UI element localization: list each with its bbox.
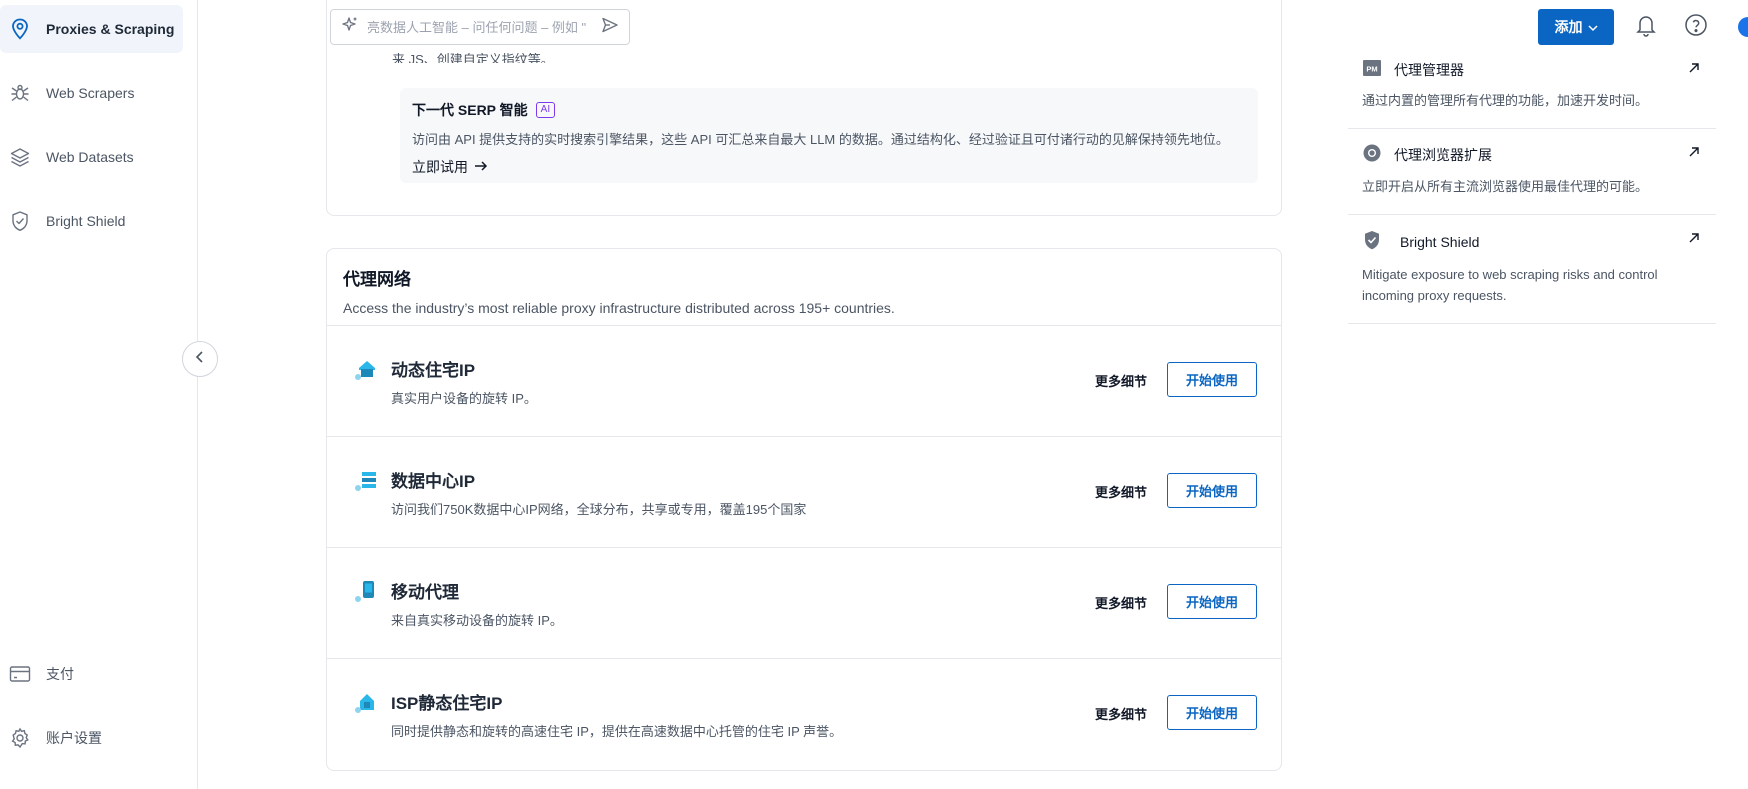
arrow-right-icon: [474, 159, 488, 175]
question-circle-icon: [1684, 13, 1708, 42]
isp-house-icon: [353, 689, 379, 715]
sidebar-item-label: Web Datasets: [46, 149, 134, 165]
sidebar-item-web-datasets[interactable]: Web Datasets: [0, 133, 183, 181]
help-button[interactable]: [1683, 13, 1709, 42]
mobile-phone-icon: [353, 578, 379, 604]
spider-icon: [8, 81, 32, 105]
product-name: ISP静态住宅IP: [391, 694, 503, 713]
location-pin-icon: [8, 17, 32, 41]
serp-title: 下一代 SERP 智能: [412, 102, 528, 118]
sidebar-item-label: Web Scrapers: [46, 85, 135, 101]
sidebar-item-bright-shield[interactable]: Bright Shield: [0, 197, 183, 245]
product-row-mobile: 移动代理 来自真实移动设备的旋转 IP。 更多细节 开始使用: [327, 548, 1281, 659]
ai-search-bar: [330, 9, 630, 45]
ai-badge: AI: [535, 102, 556, 118]
sidebar-item-label: Proxies & Scraping: [46, 21, 175, 37]
right-panel-item-description: 通过内置的管理所有代理的功能，加速开发时间。: [1362, 93, 1649, 108]
product-description: 来自真实移动设备的旋转 IP。: [391, 613, 563, 628]
chevron-down-icon: [1587, 19, 1598, 35]
proxy-network-title: 代理网络: [343, 270, 411, 289]
more-details-link[interactable]: 更多细节: [1095, 482, 1147, 501]
external-link-arrow-icon: [1688, 61, 1700, 79]
send-icon[interactable]: [601, 16, 619, 39]
shield-icon: [8, 209, 32, 233]
avatar[interactable]: [1738, 17, 1748, 37]
external-link-arrow-icon: [1688, 145, 1700, 163]
external-link-arrow-icon: [1688, 231, 1700, 249]
app-root: Proxies & Scraping Web Scrapers Web Data…: [0, 0, 1748, 789]
get-started-button[interactable]: 开始使用: [1167, 473, 1257, 508]
more-details-link[interactable]: 更多细节: [1095, 593, 1147, 612]
gear-icon: [8, 726, 32, 750]
product-name: 移动代理: [391, 583, 459, 602]
product-description: 同时提供静态和旋转的高速住宅 IP，提供在高速数据中心托管的住宅 IP 声誉。: [391, 724, 843, 739]
sidebar-item-label: 账户设置: [46, 730, 102, 746]
shield-icon: [1362, 229, 1382, 254]
serp-try-now-link[interactable]: 立即试用: [412, 157, 1246, 177]
right-panel-item-description: Mitigate exposure to web scraping risks …: [1362, 267, 1658, 303]
sidebar-item-web-scrapers[interactable]: Web Scrapers: [0, 69, 183, 117]
product-name: 动态住宅IP: [391, 361, 476, 380]
right-panel-item-bright-shield[interactable]: Bright Shield Mitigate exposure to web s…: [1348, 215, 1716, 324]
notifications-button[interactable]: [1633, 14, 1659, 40]
right-panel-item-browser-extension[interactable]: 代理浏览器扩展 立即开启从所有主流浏览器使用最佳代理的可能。: [1348, 129, 1716, 215]
product-row-residential: 动态住宅IP 真实用户设备的旋转 IP。 更多细节 开始使用: [327, 326, 1281, 437]
residential-house-icon: [353, 356, 379, 382]
get-started-button[interactable]: 开始使用: [1167, 584, 1257, 619]
card-cut-text: 来 JS、创建自定义指纹等。: [392, 53, 554, 63]
serp-description: 访问由 API 提供支持的实时搜索引擎结果，这些 API 可汇总来自最大 LLM…: [412, 132, 1229, 147]
get-started-button[interactable]: 开始使用: [1167, 695, 1257, 730]
right-panel: PM 代理管理器 通过内置的管理所有代理的功能，加速开发时间。 代理浏览器扩展 …: [1348, 45, 1716, 324]
proxy-network-header: 代理网络 Access the industry’s most reliable…: [327, 249, 1281, 326]
add-button-label: 添加: [1554, 19, 1583, 35]
product-row-isp: ISP静态住宅IP 同时提供静态和旋转的高速住宅 IP，提供在高速数据中心托管的…: [327, 659, 1281, 770]
bell-icon: [1635, 13, 1657, 42]
add-button[interactable]: 添加: [1538, 9, 1614, 45]
get-started-button[interactable]: 开始使用: [1167, 362, 1257, 397]
sparkle-icon: [341, 16, 359, 39]
product-row-datacenter: 数据中心IP 访问我们750K数据中心IP网络，全球分布，共享或专用，覆盖195…: [327, 437, 1281, 548]
proxy-network-subtitle: Access the industry’s most reliable prox…: [343, 300, 895, 316]
right-panel-item-title: Bright Shield: [1400, 233, 1480, 250]
serp-try-now-label: 立即试用: [412, 159, 468, 175]
product-description: 访问我们750K数据中心IP网络，全球分布，共享或专用，覆盖195个国家: [391, 502, 807, 517]
sidebar-item-proxies-scraping[interactable]: Proxies & Scraping: [0, 5, 183, 53]
more-details-link[interactable]: 更多细节: [1095, 704, 1147, 723]
ai-search-input[interactable]: [367, 19, 593, 35]
sidebar-item-label: 支付: [46, 666, 74, 682]
product-description: 真实用户设备的旋转 IP。: [391, 391, 537, 406]
proxy-network-card: 代理网络 Access the industry’s most reliable…: [326, 248, 1282, 771]
svg-text:PM: PM: [1366, 65, 1377, 74]
right-panel-item-proxy-manager[interactable]: PM 代理管理器 通过内置的管理所有代理的功能，加速开发时间。: [1348, 45, 1716, 129]
chevron-left-icon: [194, 350, 206, 369]
more-details-link[interactable]: 更多细节: [1095, 371, 1147, 390]
credit-card-icon: [8, 662, 32, 686]
datacenter-server-icon: [353, 467, 379, 493]
right-panel-item-title: 代理浏览器扩展: [1394, 146, 1492, 163]
product-name: 数据中心IP: [391, 472, 476, 491]
layers-icon: [8, 145, 32, 169]
right-panel-item-description: 立即开启从所有主流浏览器使用最佳代理的可能。: [1362, 179, 1649, 194]
sidebar-item-account-settings[interactable]: 账户设置: [0, 714, 183, 762]
sidebar-collapse-button[interactable]: [182, 341, 218, 377]
chrome-icon: [1362, 143, 1382, 166]
right-panel-item-title: 代理管理器: [1394, 61, 1464, 78]
sidebar-item-payment[interactable]: 支付: [0, 650, 183, 698]
proxy-manager-icon: PM: [1362, 59, 1382, 80]
serp-promo-box: 下一代 SERP 智能 AI 访问由 API 提供支持的实时搜索引擎结果，这些 …: [400, 88, 1258, 183]
sidebar: Proxies & Scraping Web Scrapers Web Data…: [0, 0, 198, 789]
sidebar-item-label: Bright Shield: [46, 213, 126, 229]
